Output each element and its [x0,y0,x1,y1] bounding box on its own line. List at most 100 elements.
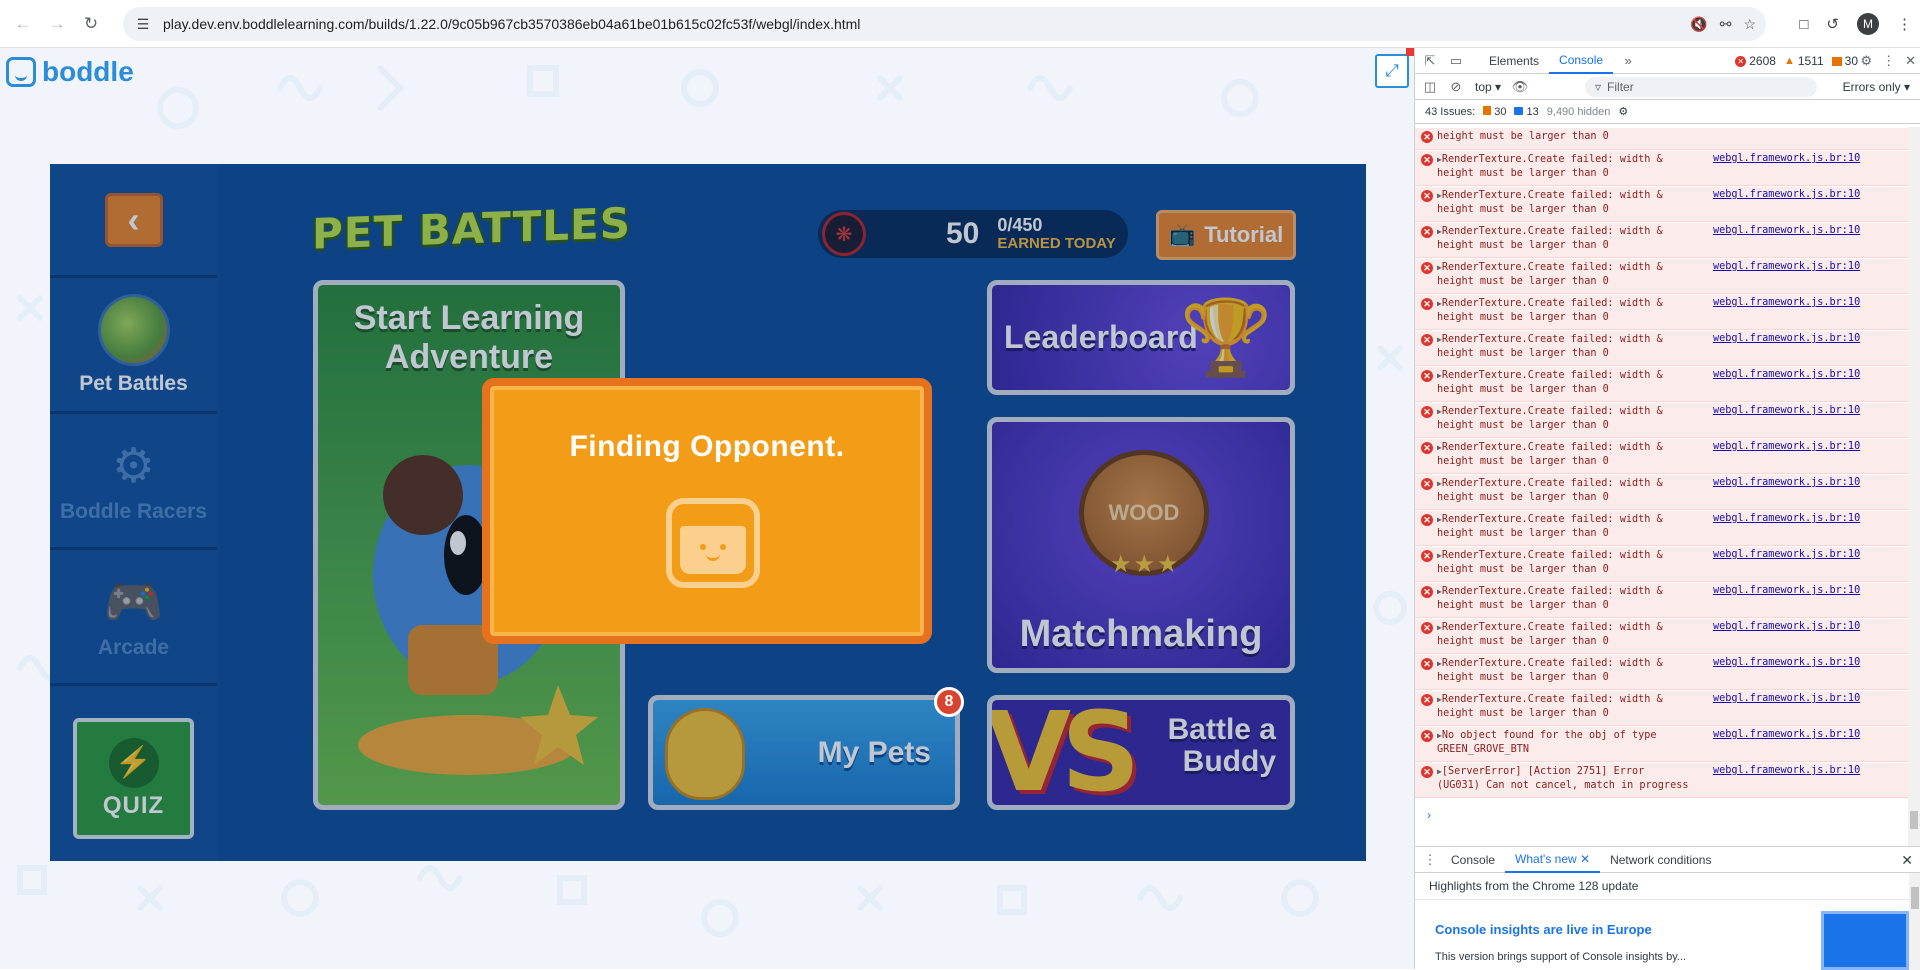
issues-settings-icon[interactable]: ⚙ [1618,105,1628,118]
site-info-icon[interactable]: ☰ [131,16,155,33]
wood-rank-label: WOOD [1108,500,1180,525]
log-row[interactable]: ✕ ▶RenderTexture.Create failed: width & h… [1415,150,1909,186]
sidebar-item-pet-battles[interactable]: Pet Battles [50,278,217,414]
log-row[interactable]: ✕ ▶RenderTexture.Create failed: width & h… [1415,402,1909,438]
log-source-link[interactable]: webgl.framework.js.br:10 [1713,657,1860,668]
log-row[interactable]: ✕ ▶RenderTexture.Create failed: width & h… [1415,474,1909,510]
log-source-link[interactable]: webgl.framework.js.br:10 [1713,621,1860,632]
log-source-link[interactable]: webgl.framework.js.br:10 [1713,765,1860,776]
log-source-link[interactable]: webgl.framework.js.br:10 [1713,153,1860,164]
log-row[interactable]: ✕ ▶RenderTexture.Create failed: width & h… [1415,330,1909,366]
log-row[interactable]: ✕ ▶RenderTexture.Create failed: width & h… [1415,510,1909,546]
log-source-link[interactable]: webgl.framework.js.br:10 [1713,513,1860,524]
drawer-tab-whats-new[interactable]: What's new ✕ [1505,847,1601,873]
close-devtools-icon[interactable]: ✕ [1905,53,1916,69]
back-button[interactable]: ‹ [104,192,163,247]
extensions-icon[interactable]: □ [1799,16,1808,33]
log-row[interactable]: ✕ ▶RenderTexture.Create failed: width & h… [1415,127,1909,150]
log-source-link[interactable]: webgl.framework.js.br:10 [1713,261,1860,272]
log-source-link[interactable]: webgl.framework.js.br:10 [1713,585,1860,596]
log-message: ▶RenderTexture.Create failed: width & he… [1437,190,1663,215]
log-source-link[interactable]: webgl.framework.js.br:10 [1713,369,1860,380]
fullscreen-button[interactable]: ⤢ [1375,54,1409,88]
log-row[interactable]: ✕ ▶RenderTexture.Create failed: width & h… [1415,222,1909,258]
mute-icon[interactable]: 🔇 [1690,16,1707,33]
log-source-link[interactable]: webgl.framework.js.br:10 [1713,189,1860,200]
my-pets-card[interactable]: My Pets [648,695,960,810]
back-arrow-icon[interactable]: ← [12,13,34,35]
tab-console[interactable]: Console [1549,48,1614,74]
devtools-menu-icon[interactable]: ⋮ [1882,53,1895,69]
sidebar-item-arcade[interactable]: 🎮 Arcade [50,550,217,686]
drawer-tab-network-conditions[interactable]: Network conditions [1600,847,1721,873]
log-row[interactable]: ✕ ▶RenderTexture.Create failed: width & h… [1415,582,1909,618]
quiz-button[interactable]: ⚡ QUIZ [73,718,194,839]
log-source-link[interactable]: webgl.framework.js.br:10 [1713,477,1860,488]
log-row[interactable]: ✕ ▶RenderTexture.Create failed: width & h… [1415,618,1909,654]
tab-elements[interactable]: Elements [1479,48,1549,74]
drawer-menu-icon[interactable]: ⋮ [1419,849,1441,871]
profile-avatar[interactable]: M [1857,13,1879,35]
log-source-link[interactable]: webgl.framework.js.br:10 [1713,333,1860,344]
address-bar[interactable]: ☰ play.dev.env.boddlelearning.com/builds… [123,7,1766,41]
log-source-link[interactable]: webgl.framework.js.br:10 [1713,225,1860,236]
battle-a-buddy-card[interactable]: VS Battle a Buddy [987,695,1295,810]
drawer-scrollbar[interactable] [1909,873,1920,970]
leaderboard-card[interactable]: Leaderboard 🏆 [987,280,1295,395]
log-levels-dropdown[interactable]: Errors only ▾ [1843,74,1910,100]
game-canvas[interactable]: ‹ Pet Battles ⚙ Boddle Racers 🎮 Arcade ⚡… [50,164,1366,861]
log-row[interactable]: ✕ ▶RenderTexture.Create failed: width & h… [1415,654,1909,690]
clear-console-icon[interactable]: ⊘ [1445,76,1467,98]
log-source-link[interactable]: webgl.framework.js.br:10 [1713,297,1860,308]
game-sidebar: ‹ Pet Battles ⚙ Boddle Racers 🎮 Arcade ⚡… [50,164,217,861]
log-row[interactable]: ✕ ▶[ServerError] [Action 2751] Error (UG0… [1415,762,1909,798]
close-tab-icon[interactable]: ✕ [1580,852,1590,866]
device-toolbar-icon[interactable]: ▭ [1445,50,1467,72]
log-source-link[interactable]: webgl.framework.js.br:10 [1713,693,1860,704]
inspect-element-icon[interactable]: ⇱ [1419,50,1441,72]
tutorial-button[interactable]: 📺 Tutorial [1156,210,1296,260]
log-source-link[interactable]: webgl.framework.js.br:10 [1713,441,1860,452]
log-message: ▶RenderTexture.Create failed: width & he… [1437,478,1663,503]
log-levels-value: Errors only [1842,80,1901,94]
reload-icon[interactable]: ↻ [80,13,102,35]
drawer-tab-console[interactable]: Console [1441,847,1505,873]
more-tabs-icon[interactable]: » [1617,50,1639,72]
log-source-link[interactable]: webgl.framework.js.br:10 [1713,729,1860,740]
settings-gear-icon[interactable]: ⚙ [1860,53,1872,69]
log-row[interactable]: ✕ ▶RenderTexture.Create failed: width & h… [1415,186,1909,222]
console-filter-input[interactable]: ▿ Filter [1585,77,1817,97]
forward-arrow-icon[interactable]: → [46,13,68,35]
sidebar-item-boddle-racers[interactable]: ⚙ Boddle Racers [50,414,217,550]
more-menu-icon[interactable]: ⋮ [1897,15,1912,33]
log-row[interactable]: ✕ ▶RenderTexture.Create failed: width & h… [1415,294,1909,330]
log-row[interactable]: ✕ ▶RenderTexture.Create failed: width & h… [1415,690,1909,726]
context-selector[interactable]: top ▾ [1475,80,1501,94]
matchmaking-card[interactable]: WOOD ★★★ Matchmaking [987,417,1295,673]
log-row[interactable]: ✕ ▶RenderTexture.Create failed: width & h… [1415,546,1909,582]
issue-warning-icon [1483,105,1492,115]
log-source-link[interactable]: webgl.framework.js.br:10 [1713,549,1860,560]
filter-funnel-icon: ▿ [1595,80,1602,94]
url-text[interactable]: play.dev.env.boddlelearning.com/builds/1… [163,16,860,32]
devtools-counts[interactable]: ✕ 2608 ▲ 1511 30 [1735,48,1858,74]
log-row[interactable]: ✕ ▶RenderTexture.Create failed: width & h… [1415,366,1909,402]
log-source-link[interactable]: webgl.framework.js.br:10 [1713,405,1860,416]
devtools-panel: ⇱ ▭ Elements Console » ✕ 2608 ▲ 1511 30 ⚙ … [1414,48,1920,970]
issue-info-icon [1514,106,1524,115]
log-row[interactable]: ✕ ▶RenderTexture.Create failed: width & h… [1415,438,1909,474]
log-row[interactable]: ✕ ▶No object found for the obj of type GR… [1415,726,1909,762]
bookmark-star-icon[interactable]: ☆ [1743,16,1756,33]
console-prompt-icon[interactable]: › [1427,808,1431,822]
close-drawer-icon[interactable]: ✕ [1901,847,1913,873]
password-key-icon[interactable]: ⚯ [1720,16,1732,33]
live-expression-eye-icon[interactable]: 👁 [1509,76,1531,98]
log-row[interactable]: ✕ ▶RenderTexture.Create failed: width & h… [1415,258,1909,294]
boddle-logo[interactable]: boddle [6,56,134,88]
whats-new-headline[interactable]: Console insights are live in Europe [1435,922,1652,937]
history-icon[interactable]: ↺ [1826,15,1839,33]
console-scrollbar[interactable] [1908,127,1920,847]
hidden-count: 9,490 hidden [1546,105,1611,118]
sidebar-toggle-icon[interactable]: ◫ [1419,76,1441,98]
issues-bar[interactable]: 43 Issues: 30 13 9,490 hidden ⚙ [1415,100,1920,124]
